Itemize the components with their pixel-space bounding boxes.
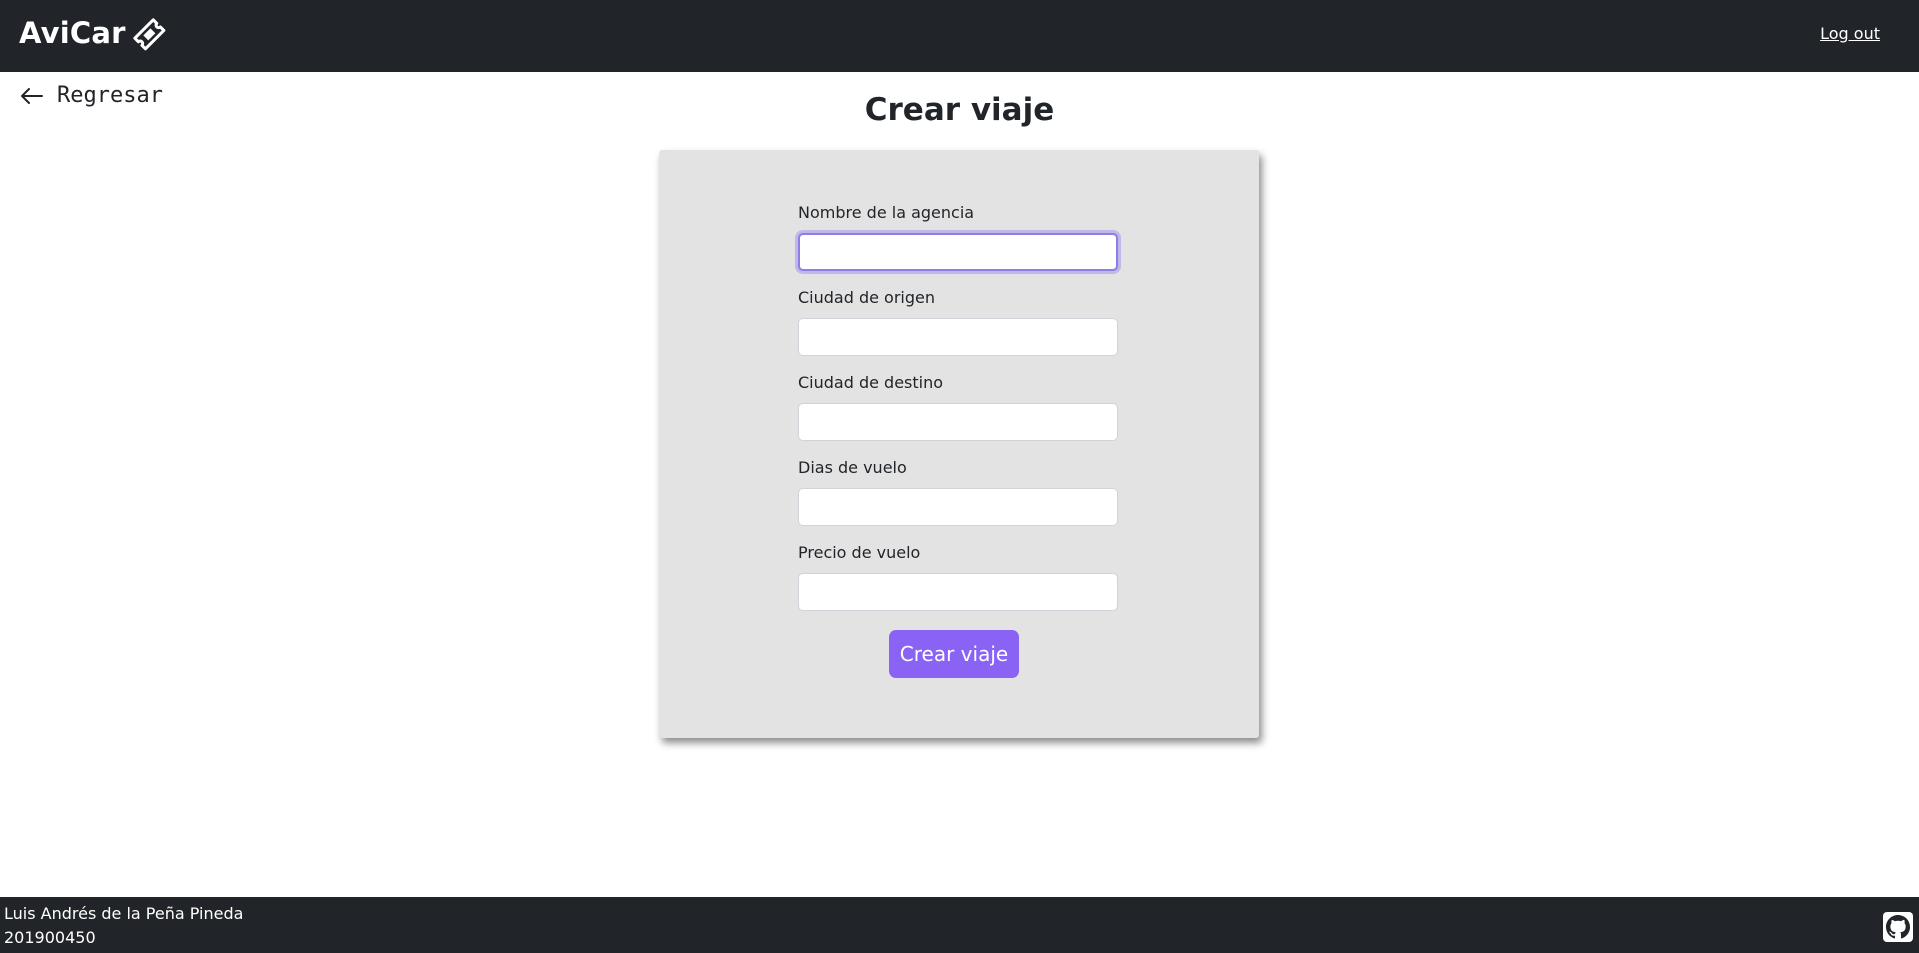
flight-price-field: Precio de vuelo xyxy=(798,543,1118,611)
create-trip-button[interactable]: Crear viaje xyxy=(889,630,1019,678)
destination-city-field: Ciudad de destino xyxy=(798,373,1118,441)
brand-name: AviCar xyxy=(19,16,126,50)
author-id: 201900450 xyxy=(4,928,96,947)
agency-name-input[interactable] xyxy=(798,233,1118,271)
flight-price-input[interactable] xyxy=(798,573,1118,611)
destination-city-label: Ciudad de destino xyxy=(798,373,944,392)
origin-city-field: Ciudad de origen xyxy=(798,288,1118,356)
github-link[interactable] xyxy=(1883,912,1913,942)
navbar: AviCar Log out xyxy=(0,0,1919,72)
origin-city-label: Ciudad de origen xyxy=(798,288,935,307)
author-name: Luis Andrés de la Peña Pineda xyxy=(4,904,244,923)
flight-days-label: Dias de vuelo xyxy=(798,458,907,477)
logout-link[interactable]: Log out xyxy=(1820,24,1880,43)
flight-days-field: Dias de vuelo xyxy=(798,458,1118,526)
origin-city-input[interactable] xyxy=(798,318,1118,356)
page-title: Crear viaje xyxy=(864,92,1055,128)
create-trip-form: Nombre de la agencia Ciudad de origen Ci… xyxy=(659,150,1259,738)
agency-name-label: Nombre de la agencia xyxy=(798,203,975,222)
agency-name-field: Nombre de la agencia xyxy=(798,203,1118,271)
destination-city-input[interactable] xyxy=(798,403,1118,441)
flight-price-label: Precio de vuelo xyxy=(798,543,921,562)
footer: Luis Andrés de la Peña Pineda 201900450 xyxy=(0,897,1919,953)
brand-link[interactable]: AviCar xyxy=(19,14,167,52)
ticket-icon xyxy=(132,18,165,51)
flight-days-input[interactable] xyxy=(798,488,1118,526)
github-icon xyxy=(1886,915,1910,939)
